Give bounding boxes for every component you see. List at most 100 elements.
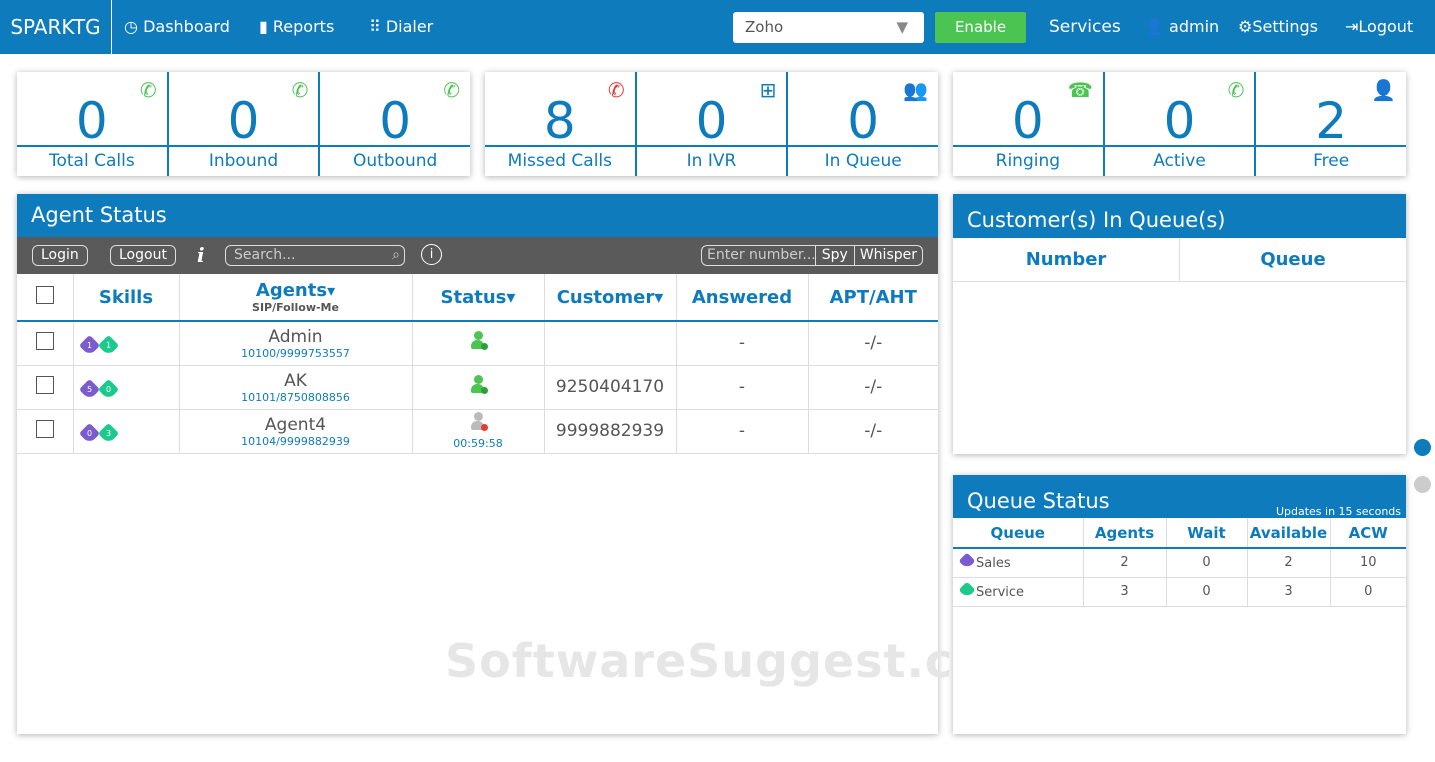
stat-card[interactable]: ✆ 8 Missed Calls — [485, 72, 637, 176]
col-status[interactable]: Status▾ — [412, 274, 545, 321]
skills-cell: 11 — [73, 321, 180, 366]
stat-value: 0 — [1163, 92, 1196, 150]
login-button[interactable]: Login — [32, 245, 88, 266]
speedometer-icon: ◷ — [124, 17, 138, 36]
user-icon: 👤 — [1144, 17, 1164, 36]
spy-whisper-group: Enter number... Spy Whisper — [701, 245, 923, 266]
stat-value: 0 — [695, 92, 728, 150]
stat-value: 0 — [1011, 92, 1044, 150]
answered-cell: - — [676, 365, 809, 410]
info-italic-icon[interactable]: i — [197, 243, 205, 267]
skill-level: 0 — [105, 385, 111, 394]
skill-tag-icon: 1 — [97, 335, 119, 357]
agent-sip: 10104/9999882939 — [241, 434, 350, 448]
nav-dashboard[interactable]: ◷ Dashboard — [124, 0, 230, 54]
status-cell — [412, 365, 545, 410]
col-wait: Wait — [1166, 518, 1248, 549]
agent-table: Skills Agents▾ SIP/Follow-Me Status▾ Cust… — [17, 274, 938, 454]
stat-label: Missed Calls — [485, 145, 635, 176]
row-select — [17, 409, 74, 454]
queue-agents: 3 — [1083, 577, 1167, 607]
stat-label: Total Calls — [17, 145, 167, 176]
nav-label: Dashboard — [143, 17, 230, 36]
stat-card[interactable]: ⊞ 0 In IVR — [636, 72, 789, 176]
agent-status-panel: Agent Status Login Logout i Search... ⌕ i… — [17, 194, 1034, 734]
col-apt-aht: APT/AHT — [829, 286, 917, 308]
stat-value: 0 — [75, 92, 108, 150]
stat-card[interactable]: ✆ 0 Total Calls — [17, 72, 169, 176]
agent-sip: 10100/9999753557 — [241, 346, 350, 360]
queue-available: 3 — [1247, 577, 1331, 607]
search-placeholder: Search... — [234, 247, 296, 263]
agent-cell[interactable]: Admin 10100/9999753557 — [179, 321, 413, 366]
stats-group: ☎ 0 Ringing ✆ 0 Active 👤 2 Free — [953, 72, 1407, 176]
keypad-icon: ⠿ — [369, 17, 381, 36]
spy-button[interactable]: Spy — [816, 246, 855, 265]
settings-link[interactable]: ⚙Settings — [1238, 0, 1318, 54]
user-menu[interactable]: 👤 admin — [1144, 0, 1219, 54]
nav-dialer[interactable]: ⠿ Dialer — [369, 0, 433, 54]
select-all-checkbox[interactable] — [35, 286, 54, 304]
agent-status-icon — [471, 374, 488, 395]
agent-row: 11 Admin 10100/9999753557 - -/- — [17, 321, 938, 366]
apt-aht-cell: -/- — [808, 409, 938, 454]
skill-tag-icon: 0 — [78, 422, 100, 445]
queue-table: Queue Agents Wait Available ACW Sales 2 0 2… — [953, 518, 1406, 607]
sort-down-icon: ▾ — [654, 286, 664, 308]
panel-title: Customer(s) In Queue(s) — [953, 194, 1406, 238]
select-all-header — [17, 274, 74, 321]
stat-card[interactable]: ✆ 0 Outbound — [320, 72, 471, 176]
row-checkbox[interactable] — [35, 331, 54, 350]
skill-tag-icon: 1 — [78, 335, 100, 357]
col-available: Available — [1247, 518, 1331, 549]
skill-tag-icon: 3 — [97, 422, 119, 445]
brand-logo[interactable]: SPARKTG — [0, 0, 112, 54]
skills-cell: 03 — [73, 409, 180, 454]
enable-button[interactable]: Enable — [935, 12, 1026, 43]
carousel-dot-active[interactable] — [1414, 439, 1431, 456]
col-queue: Queue — [953, 518, 1084, 549]
carousel-dot[interactable] — [1414, 476, 1431, 493]
stat-label: In Queue — [788, 145, 939, 176]
logout-button[interactable]: Logout — [110, 245, 176, 266]
nav-reports[interactable]: ▮ Reports — [259, 0, 334, 54]
whisper-button[interactable]: Whisper — [855, 246, 922, 265]
queue-name-cell: Sales — [953, 548, 1084, 578]
sort-down-icon: ▾ — [506, 286, 516, 308]
gear-icon: ⚙ — [1238, 17, 1253, 36]
services-link[interactable]: Services — [1049, 0, 1121, 54]
stat-card[interactable]: ✆ 0 Inbound — [168, 72, 321, 176]
col-customer[interactable]: Customer▾ — [544, 274, 677, 321]
stat-card[interactable]: ✆ 0 Active — [1104, 72, 1257, 176]
apt-aht-cell: -/- — [808, 321, 938, 366]
logout-link[interactable]: ⇥Logout — [1345, 0, 1413, 54]
agent-cell[interactable]: AK 10101/8750808856 — [179, 365, 413, 410]
stat-label: Outbound — [320, 145, 471, 176]
stat-label: In IVR — [636, 145, 787, 176]
stat-card[interactable]: ☎ 0 Ringing — [953, 72, 1105, 176]
crm-select[interactable]: Zoho ▼ — [733, 12, 924, 43]
row-checkbox[interactable] — [35, 375, 54, 394]
stat-card[interactable]: 👤 2 Free — [1256, 72, 1407, 176]
sort-down-icon: ▾ — [327, 281, 336, 300]
col-agents[interactable]: Agents▾ SIP/Follow-Me — [179, 274, 413, 321]
queue-status-title: Queue Status — [967, 489, 1110, 513]
agent-cell[interactable]: Agent4 10104/9999882939 — [179, 409, 413, 454]
agent-name: AK — [284, 370, 307, 391]
agent-toolbar: Login Logout i Search... ⌕ i Enter number… — [17, 237, 938, 274]
queue-name: Service — [976, 584, 1025, 600]
logout-icon: ⇥ — [1345, 17, 1359, 36]
stat-card[interactable]: 👥 0 In Queue — [788, 72, 939, 176]
user-name: admin — [1169, 17, 1220, 36]
agent-status-icon — [471, 412, 488, 432]
stats-group: ✆ 0 Total Calls ✆ 0 Inbound ✆ 0 Outbound — [17, 72, 471, 176]
queue-tag-icon — [958, 552, 976, 570]
row-checkbox[interactable] — [35, 419, 54, 438]
number-input[interactable]: Enter number... — [702, 246, 816, 265]
stat-value: 2 — [1315, 92, 1348, 150]
col-customer-label: Customer — [556, 286, 655, 308]
queue-name-cell: Service — [953, 577, 1084, 607]
search-input[interactable]: Search... ⌕ — [225, 245, 405, 266]
info-circle-icon[interactable]: i — [421, 244, 442, 265]
apt-aht-cell: -/- — [808, 365, 938, 410]
